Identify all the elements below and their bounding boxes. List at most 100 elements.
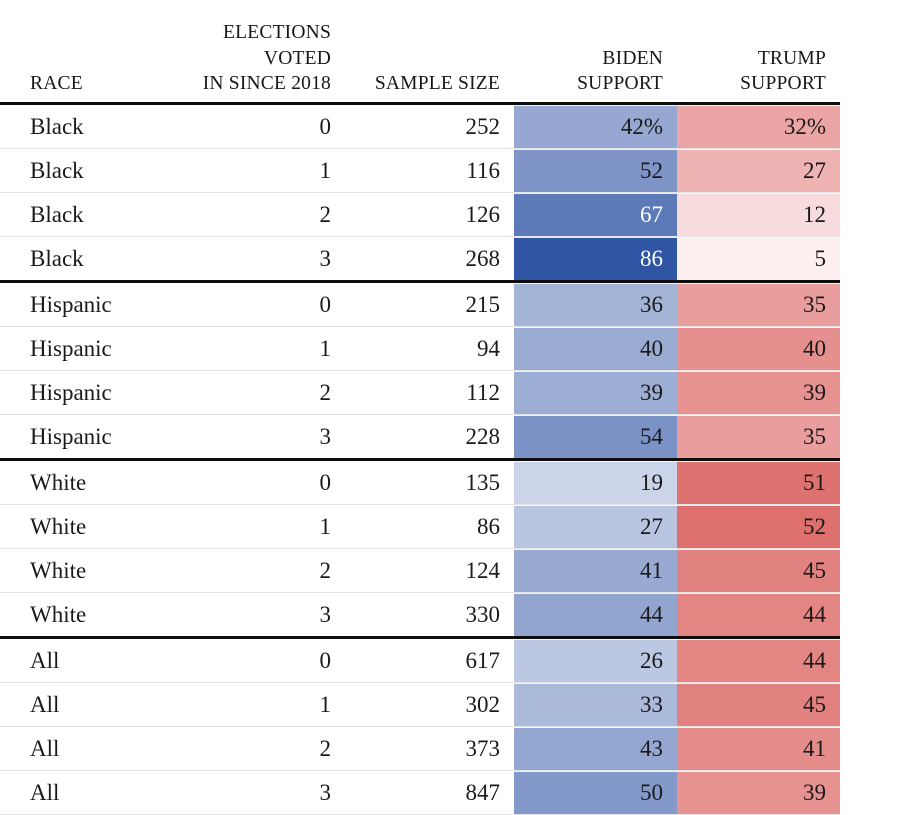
cell-trump-support: 51 bbox=[677, 458, 840, 505]
table-row: Black 2 126 67 12 bbox=[0, 192, 840, 237]
cell-biden-support: 39 bbox=[514, 370, 677, 415]
cell-sample-size: 112 bbox=[345, 370, 514, 415]
table-row: White 3 330 44 44 bbox=[0, 592, 840, 638]
table-row: Black 0 252 42% 32% bbox=[0, 102, 840, 149]
cell-race: All bbox=[0, 636, 160, 683]
cell-trump-support: 40 bbox=[677, 326, 840, 371]
cell-sample-size: 126 bbox=[345, 192, 514, 237]
column-header-sample-size: SAMPLE SIZE bbox=[345, 20, 514, 104]
cell-race: White bbox=[0, 504, 160, 549]
cell-sample-size: 268 bbox=[345, 236, 514, 282]
cell-race: All bbox=[0, 770, 160, 815]
cell-elections-voted: 3 bbox=[160, 592, 345, 638]
cell-sample-size: 252 bbox=[345, 102, 514, 149]
cell-biden-support: 40 bbox=[514, 326, 677, 371]
cell-elections-voted: 1 bbox=[160, 326, 345, 371]
cell-biden-support: 19 bbox=[514, 458, 677, 505]
table-row: All 1 302 33 45 bbox=[0, 682, 840, 727]
cell-race: Black bbox=[0, 102, 160, 149]
cell-elections-voted: 0 bbox=[160, 636, 345, 683]
table-row: Hispanic 3 228 54 35 bbox=[0, 414, 840, 460]
cell-trump-support: 45 bbox=[677, 682, 840, 727]
cell-sample-size: 116 bbox=[345, 148, 514, 193]
cell-biden-support: 67 bbox=[514, 192, 677, 237]
cell-race: Hispanic bbox=[0, 370, 160, 415]
cell-sample-size: 86 bbox=[345, 504, 514, 549]
cell-sample-size: 135 bbox=[345, 458, 514, 505]
cell-trump-support: 39 bbox=[677, 770, 840, 815]
column-header-biden-support: BIDEN SUPPORT bbox=[514, 20, 677, 104]
table-row: Hispanic 2 112 39 39 bbox=[0, 370, 840, 415]
cell-trump-support: 27 bbox=[677, 148, 840, 193]
cell-trump-support: 52 bbox=[677, 504, 840, 549]
cell-biden-support: 27 bbox=[514, 504, 677, 549]
cell-trump-support: 35 bbox=[677, 414, 840, 460]
cell-race: Hispanic bbox=[0, 326, 160, 371]
cell-biden-support: 86 bbox=[514, 236, 677, 282]
cell-biden-support: 54 bbox=[514, 414, 677, 460]
table-row: Black 3 268 86 5 bbox=[0, 236, 840, 282]
cell-race: Black bbox=[0, 148, 160, 193]
table-header: RACE ELECTIONS VOTED IN SINCE 2018 SAMPL… bbox=[0, 20, 840, 104]
cell-biden-support: 33 bbox=[514, 682, 677, 727]
cell-elections-voted: 1 bbox=[160, 148, 345, 193]
cell-trump-support: 35 bbox=[677, 280, 840, 327]
table-row: White 0 135 19 51 bbox=[0, 458, 840, 505]
cell-biden-support: 52 bbox=[514, 148, 677, 193]
cell-trump-support: 45 bbox=[677, 548, 840, 593]
cell-sample-size: 228 bbox=[345, 414, 514, 460]
cell-race: White bbox=[0, 592, 160, 638]
cell-sample-size: 330 bbox=[345, 592, 514, 638]
cell-trump-support: 41 bbox=[677, 726, 840, 771]
cell-sample-size: 124 bbox=[345, 548, 514, 593]
table-row: Hispanic 1 94 40 40 bbox=[0, 326, 840, 371]
table-sheet: RACE ELECTIONS VOTED IN SINCE 2018 SAMPL… bbox=[0, 0, 900, 815]
cell-sample-size: 302 bbox=[345, 682, 514, 727]
cell-sample-size: 373 bbox=[345, 726, 514, 771]
cell-race: White bbox=[0, 548, 160, 593]
cell-biden-support: 41 bbox=[514, 548, 677, 593]
cell-elections-voted: 0 bbox=[160, 458, 345, 505]
cell-elections-voted: 0 bbox=[160, 102, 345, 149]
table-row: All 3 847 50 39 bbox=[0, 770, 840, 815]
cell-elections-voted: 3 bbox=[160, 236, 345, 282]
cell-biden-support: 42% bbox=[514, 102, 677, 149]
table-body: Black 0 252 42% 32% Black 1 116 52 27 Black 2 126 67 1… bbox=[0, 102, 840, 815]
cell-elections-voted: 3 bbox=[160, 770, 345, 815]
cell-elections-voted: 2 bbox=[160, 726, 345, 771]
column-header-race: RACE bbox=[0, 20, 160, 104]
cell-trump-support: 12 bbox=[677, 192, 840, 237]
cell-elections-voted: 1 bbox=[160, 504, 345, 549]
cell-race: Hispanic bbox=[0, 280, 160, 327]
cell-biden-support: 26 bbox=[514, 636, 677, 683]
table-row: Hispanic 0 215 36 35 bbox=[0, 280, 840, 327]
cell-race: Black bbox=[0, 192, 160, 237]
cell-sample-size: 215 bbox=[345, 280, 514, 327]
cell-race: Black bbox=[0, 236, 160, 282]
cell-elections-voted: 2 bbox=[160, 370, 345, 415]
cell-trump-support: 32% bbox=[677, 102, 840, 149]
header-row: RACE ELECTIONS VOTED IN SINCE 2018 SAMPL… bbox=[0, 20, 840, 104]
cell-biden-support: 43 bbox=[514, 726, 677, 771]
cell-biden-support: 36 bbox=[514, 280, 677, 327]
cell-biden-support: 44 bbox=[514, 592, 677, 638]
cell-trump-support: 44 bbox=[677, 592, 840, 638]
table-row: Black 1 116 52 27 bbox=[0, 148, 840, 193]
cell-sample-size: 617 bbox=[345, 636, 514, 683]
cell-race: All bbox=[0, 726, 160, 771]
cell-trump-support: 44 bbox=[677, 636, 840, 683]
cell-elections-voted: 2 bbox=[160, 548, 345, 593]
cell-elections-voted: 3 bbox=[160, 414, 345, 460]
table-row: All 0 617 26 44 bbox=[0, 636, 840, 683]
cell-elections-voted: 0 bbox=[160, 280, 345, 327]
cell-elections-voted: 1 bbox=[160, 682, 345, 727]
table-row: White 1 86 27 52 bbox=[0, 504, 840, 549]
cell-race: White bbox=[0, 458, 160, 505]
cell-biden-support: 50 bbox=[514, 770, 677, 815]
column-header-elections-voted: ELECTIONS VOTED IN SINCE 2018 bbox=[160, 20, 345, 104]
cell-trump-support: 5 bbox=[677, 236, 840, 282]
cell-race: Hispanic bbox=[0, 414, 160, 460]
cell-sample-size: 847 bbox=[345, 770, 514, 815]
cell-sample-size: 94 bbox=[345, 326, 514, 371]
cell-trump-support: 39 bbox=[677, 370, 840, 415]
